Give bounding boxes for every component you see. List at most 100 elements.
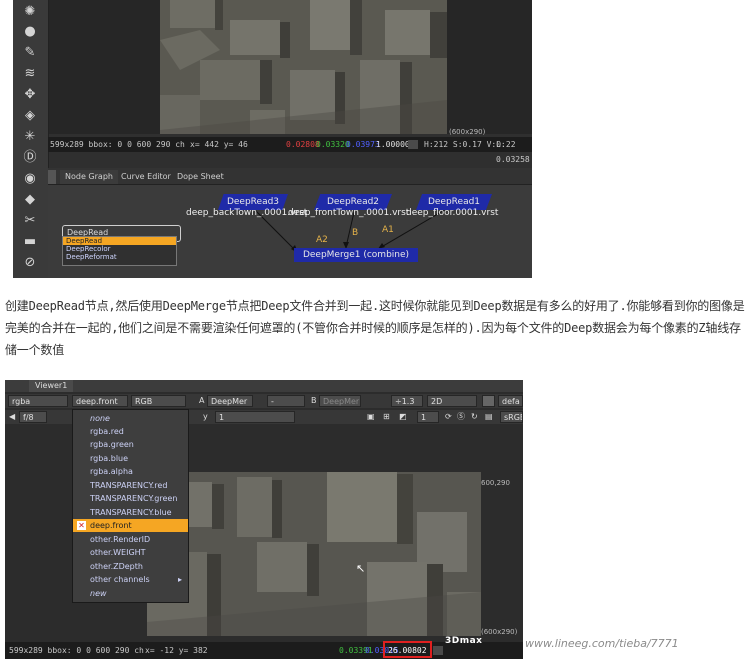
node-deepread2-caption: deep_frontTown_.0001.vrst [288, 208, 410, 218]
edge-label-b: B [352, 228, 359, 238]
roi-icon[interactable]: ▣ [367, 411, 375, 423]
edge-label-a2: A2 [316, 235, 328, 245]
d-icon[interactable]: Ⓓ [19, 150, 41, 166]
circle-icon[interactable]: ● [19, 24, 41, 40]
tab-node-graph[interactable]: Node Graph [60, 170, 118, 184]
green-value: 0.03320 [316, 140, 350, 149]
layers-icon[interactable]: ≋ [19, 66, 41, 82]
menu-item-label: deep.front [90, 521, 132, 530]
y-label: y [203, 412, 208, 421]
tab-viewer1[interactable]: Viewer1 [29, 380, 74, 392]
menu-item[interactable]: other.ZDepth [73, 560, 188, 573]
input-b-dropdown[interactable]: DeepMer [319, 395, 361, 407]
input-a-label: A [199, 396, 205, 405]
cursor-coords: x= -12 y= 382 [145, 646, 208, 655]
display-style-dropdown[interactable]: RGB [131, 395, 186, 407]
menu-item[interactable]: TRANSPARENCY.green [73, 492, 188, 505]
viewer-dimension-bottom: (600x290) [481, 628, 518, 636]
node-deepread1-caption: deep_floor.0001.vrst [406, 208, 499, 218]
compare-dropdown[interactable]: - [267, 395, 305, 407]
suggestion-deepreformat[interactable]: DeepReformat [63, 253, 176, 261]
channels-dropdown[interactable]: rgba [8, 395, 68, 407]
lut-dropdown[interactable]: defa [498, 395, 523, 407]
suggestion-deepread[interactable]: DeepRead [63, 237, 176, 245]
sparkle-icon[interactable]: ✳ [19, 129, 41, 145]
layer-dropdown-menu: none rgba.red rgba.green rgba.blue rgba.… [72, 409, 189, 603]
prev-frame-icon[interactable]: ◀ [9, 411, 15, 423]
sync-icon[interactable]: ⟳ [445, 411, 452, 423]
zoom-dropdown[interactable]: ÷1.3 [391, 395, 423, 407]
gear-icon[interactable]: ✺ [19, 4, 41, 20]
pause-icon[interactable]: Ⓢ [457, 411, 465, 423]
color-swatch [408, 140, 418, 149]
city-render [160, 0, 447, 134]
menu-item[interactable]: rgba.blue [73, 452, 188, 465]
luminance-value: L: 0.03258 [496, 140, 530, 164]
refresh-icon[interactable]: ↻ [471, 411, 478, 423]
frame-icon[interactable]: ◩ [399, 411, 407, 423]
bbox-info: 599x289 bbox: 0 0 600 290 ch [50, 140, 185, 149]
node-search-suggestions: DeepRead DeepRecolor DeepReformat [62, 236, 177, 266]
tag-icon[interactable]: ◆ [19, 192, 41, 208]
menu-item-label: other channels [90, 575, 150, 584]
edge-label-a1: A1 [382, 225, 394, 235]
tab-curve-editor[interactable]: Curve Editor [116, 170, 176, 184]
red-value: 0.02808 [286, 140, 320, 149]
capture-icon[interactable]: ▤ [485, 411, 493, 423]
fstop-control[interactable]: f/8 [19, 411, 47, 423]
menu-item-submenu[interactable]: other channels ▸ [73, 573, 188, 586]
menu-item[interactable]: new [73, 587, 188, 600]
mouse-cursor-icon: ↖ [356, 562, 366, 575]
color-swatch [433, 646, 443, 655]
menu-item[interactable]: rgba.red [73, 425, 188, 438]
viewer-dimension-label: (600x290) [449, 128, 486, 136]
no-icon[interactable]: ⊘ [19, 255, 41, 271]
view-mode-dropdown[interactable]: 2D [427, 395, 477, 407]
menu-item[interactable]: other.RenderID [73, 533, 188, 546]
panel-icon[interactable]: ▬ [19, 234, 41, 250]
tools-icon[interactable]: ✂ [19, 213, 41, 229]
menu-item[interactable]: TRANSPARENCY.blue [73, 506, 188, 519]
menu-item-selected[interactable]: ✕ deep.front [73, 519, 188, 532]
pen-icon[interactable]: ✎ [19, 45, 41, 61]
chevron-right-icon: ▸ [177, 575, 182, 584]
move-icon[interactable]: ✥ [19, 87, 41, 103]
node-deepmerge1[interactable]: DeepMerge1 (combine) [294, 248, 418, 262]
frame-dropdown[interactable]: 1 [417, 411, 439, 423]
suggestion-deeprecolor[interactable]: DeepRecolor [63, 245, 176, 253]
cube-icon[interactable]: ◈ [19, 108, 41, 124]
viewer-dimension-top: 600,290 [481, 479, 510, 487]
menu-item[interactable]: TRANSPARENCY.red [73, 479, 188, 492]
article-paragraph: 创建DeepRead节点,然后使用DeepMerge节点把Deep文件合并到一起… [5, 299, 745, 357]
cursor-coords: x= 442 y= 46 [190, 140, 248, 149]
lut2-dropdown[interactable]: sRGB [500, 411, 523, 423]
eye-icon[interactable]: ◉ [19, 171, 41, 187]
blue-value: 0.03973 [346, 140, 380, 149]
layer-dropdown[interactable]: deep.front [72, 395, 128, 407]
depth-value-highlight: 26.00802 [383, 641, 432, 658]
checked-icon: ✕ [77, 521, 86, 530]
viewer-image[interactable] [160, 0, 447, 134]
watermark-logo: 3Dmax [445, 636, 483, 646]
watermark-url: www.lineeg.com/tieba/7771 [525, 637, 679, 650]
y-input[interactable]: 1 [215, 411, 295, 423]
input-a-dropdown[interactable]: DeepMer [207, 395, 253, 407]
left-toolbar: ✺ ● ✎ ≋ ✥ ◈ ✳ Ⓓ ◉ ◆ ✂ ▬ ⊘ [13, 0, 49, 278]
viewer-status-bar: 599x289 bbox: 0 0 600 290 ch x= 442 y= 4… [48, 137, 532, 164]
tab-grip[interactable] [48, 170, 56, 184]
tab-dope-sheet[interactable]: Dope Sheet [172, 170, 229, 184]
alpha-value: 1.00000 [376, 140, 410, 149]
city-render [147, 472, 481, 636]
menu-item[interactable]: rgba.green [73, 438, 188, 451]
input-b-label: B [311, 396, 317, 405]
viewer-tab-bar: Viewer1 [5, 380, 523, 392]
menu-item[interactable]: rgba.alpha [73, 465, 188, 478]
viewer-controls-row: rgba deep.front RGB A DeepMer - B DeepMe… [5, 394, 523, 408]
viewer-image[interactable]: ↖ [147, 472, 481, 636]
menu-item[interactable]: none [73, 412, 188, 425]
panel-tabs: Node Graph Curve Editor Dope Sheet [48, 168, 532, 185]
menu-item[interactable]: other.WEIGHT [73, 546, 188, 559]
crop-icon[interactable]: ⊞ [383, 411, 390, 423]
bottom-screenshot: Viewer1 rgba deep.front RGB A DeepMer - … [5, 380, 523, 659]
lock-icon[interactable] [482, 395, 495, 407]
